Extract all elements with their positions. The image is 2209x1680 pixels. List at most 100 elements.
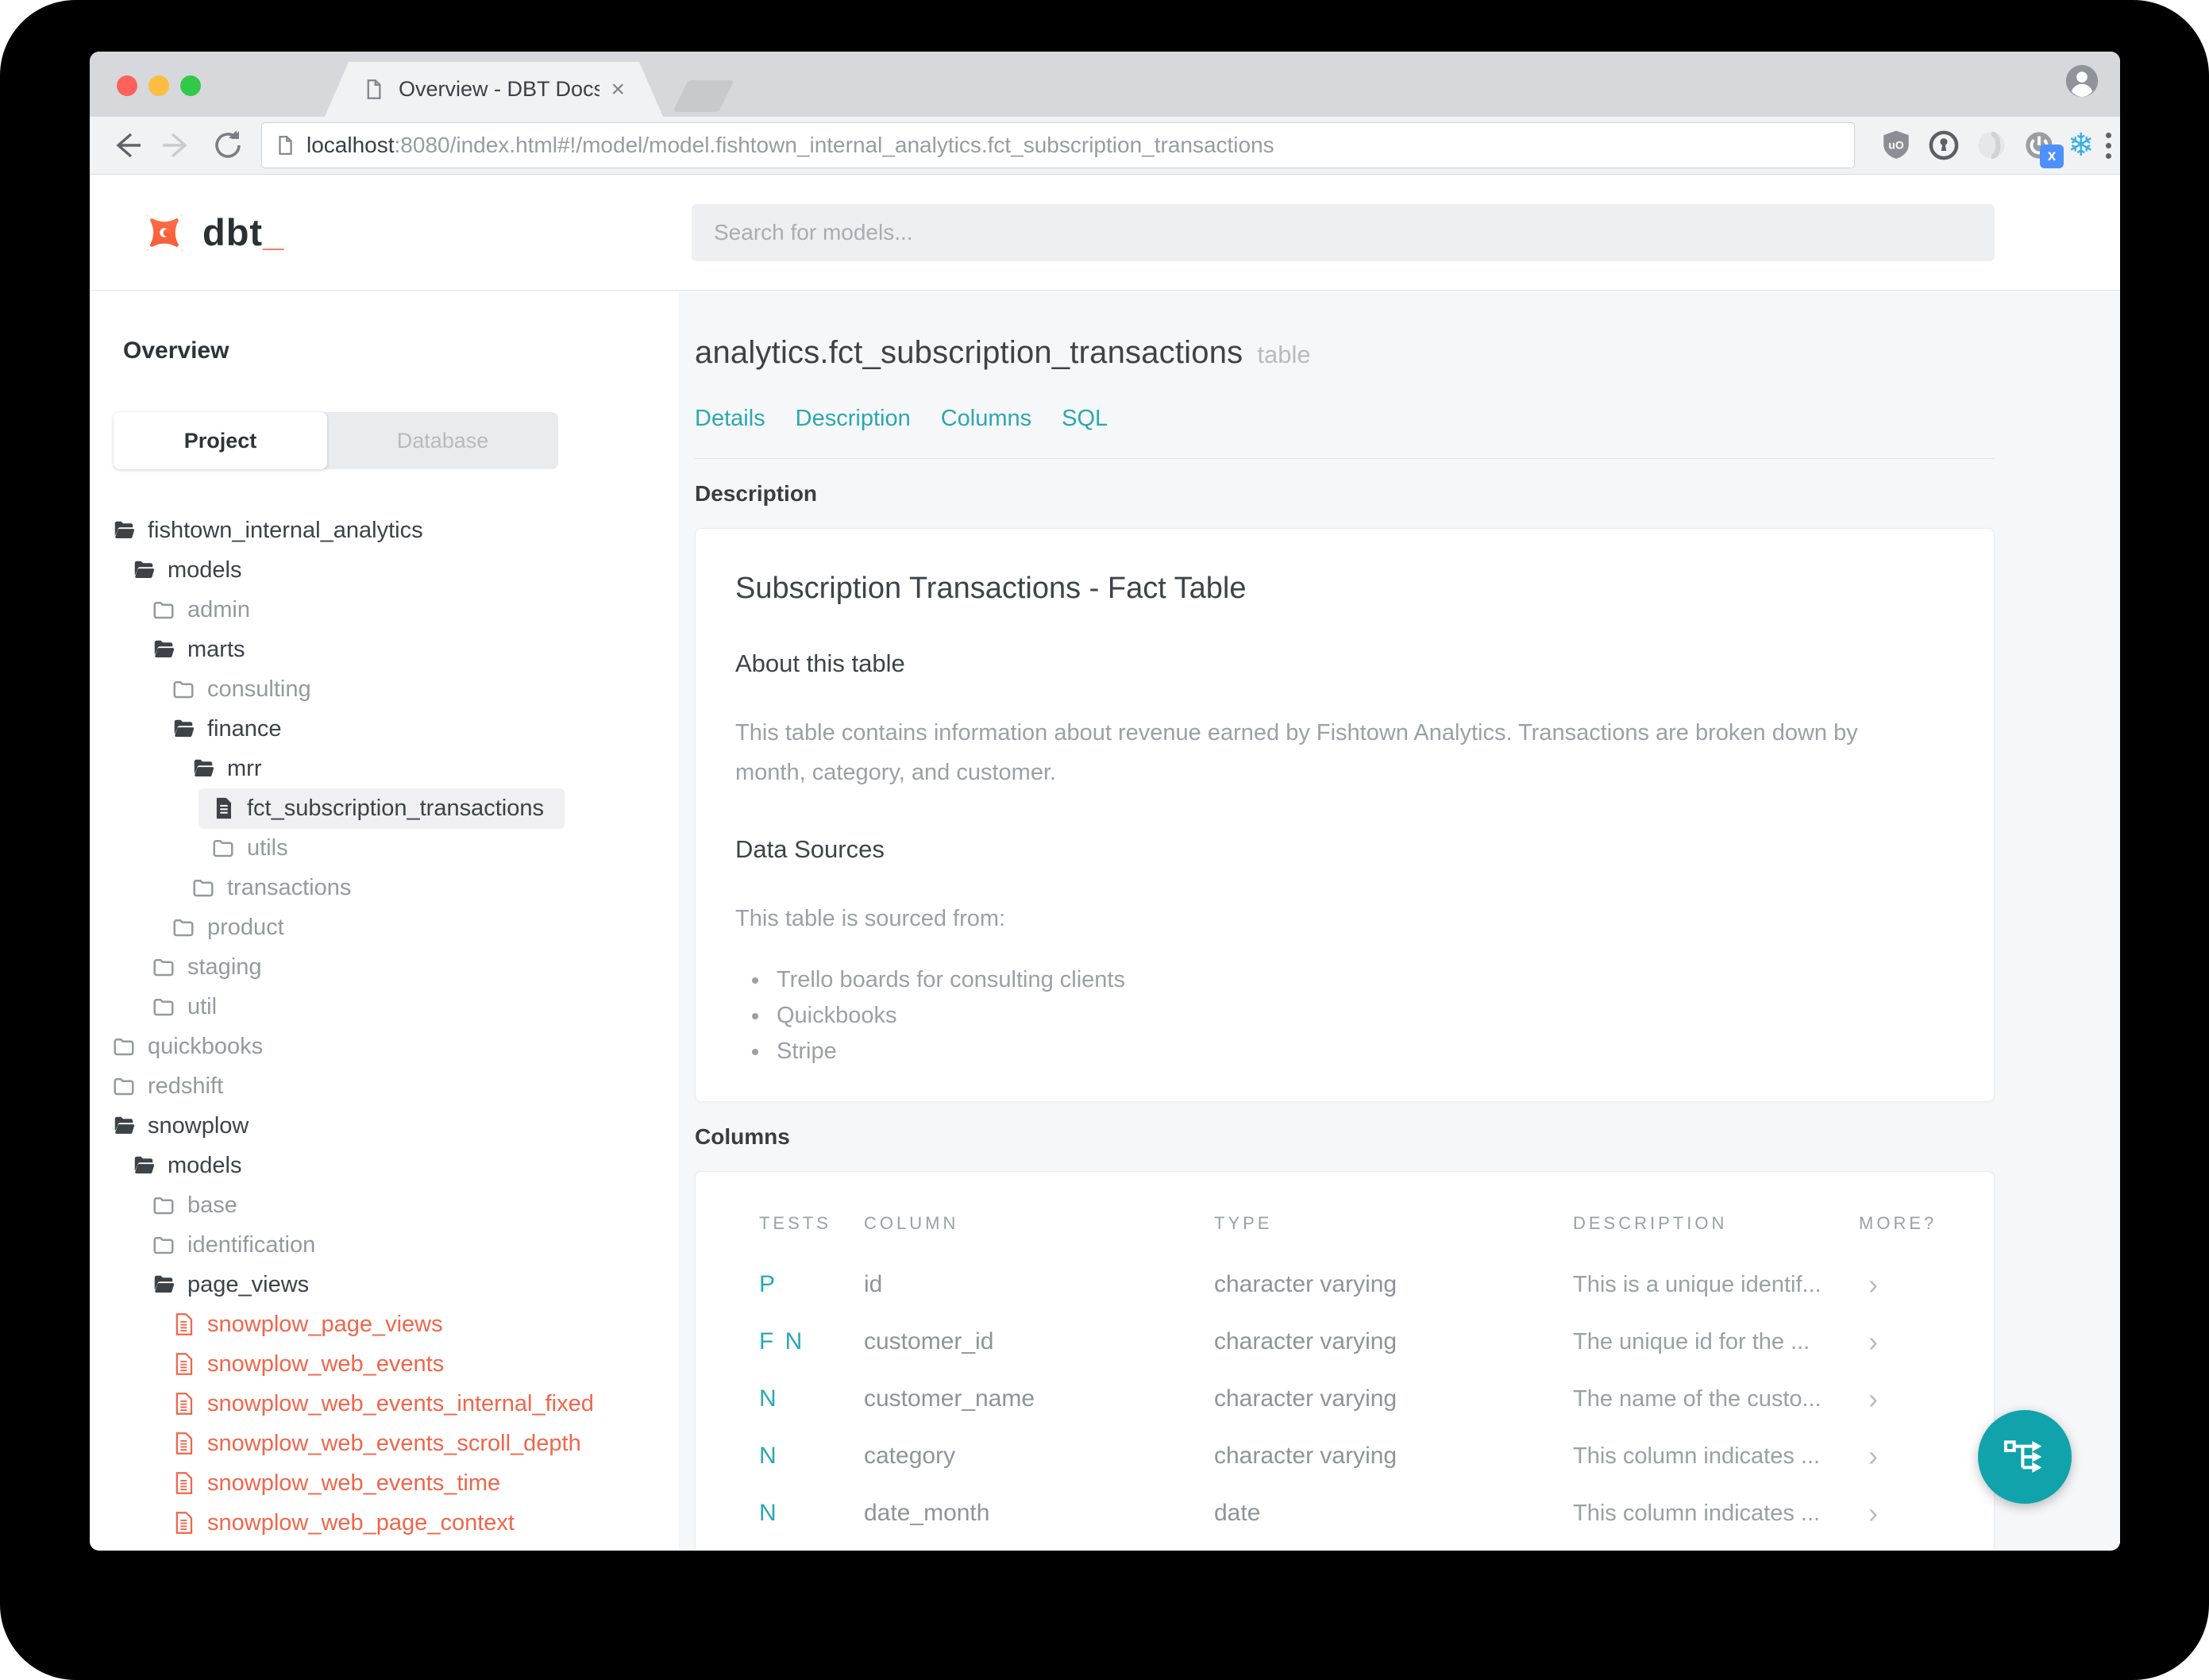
sidebar-title[interactable]: Overview [123,335,679,367]
app-header: dbt _ [90,175,2120,291]
tree-item-label: staging [187,954,262,980]
url-text: localhost:8080/index.html#!/model/model.… [306,133,1274,158]
file-red-icon [172,1511,195,1535]
tree-item-product[interactable]: product [90,907,679,947]
tree-item-snowplow_web_events_internal_fixed[interactable]: snowplow_web_events_internal_fixed [90,1384,679,1424]
expand-chevron-icon[interactable]: › [1859,1325,1958,1358]
expand-chevron-icon[interactable]: › [1859,1439,1958,1473]
tree-item-fct_subscription_transactions[interactable]: fct_subscription_transactions [90,788,679,829]
tree-item-redshift[interactable]: redshift [90,1066,679,1106]
column-row-date_month[interactable]: Ndate_month date This column indicates ...… [759,1485,1958,1542]
tree-item-label: snowplow_web_events [207,1351,445,1377]
column-description: This is a unique identif... [1573,1271,1822,1297]
column-row-customer_id[interactable]: F N customer_id character varying The uniqu… [759,1313,1958,1370]
tree-item-base[interactable]: base [90,1185,679,1225]
minimize-window-button[interactable] [148,75,169,96]
extension-badge: x [2040,144,2064,168]
search-input[interactable] [692,204,1995,261]
tree-item-marts[interactable]: marts [90,630,679,669]
tree-item-snowplow_web_events[interactable]: snowplow_web_events [90,1344,679,1384]
back-button[interactable] [109,128,144,163]
column-row-id[interactable]: Pid character varying This is a unique ide… [759,1256,1958,1313]
column-name: customer_name [864,1385,1035,1412]
sidebar: Overview Project Database fishtown_inter… [90,291,679,1549]
column-tests: N [759,1385,779,1412]
tab-close-icon[interactable]: × [611,78,625,102]
nav-link-description[interactable]: Description [796,406,911,432]
lineage-graph-button[interactable] [1978,1410,2072,1504]
folder-open-icon [132,558,156,582]
forward-button[interactable] [160,128,195,163]
browser-tab[interactable]: Overview - DBT Docs × [325,62,663,117]
onetab-extension-icon[interactable]: x [2022,129,2064,168]
column-name: date_month [864,1500,990,1526]
nav-link-columns[interactable]: Columns [941,406,1031,432]
nav-link-sql[interactable]: SQL [1062,406,1108,432]
tree-item-snowplow_web_events_scroll_depth[interactable]: snowplow_web_events_scroll_depth [90,1424,679,1463]
profile-avatar-icon[interactable] [2064,64,2099,98]
ublock-extension-icon[interactable]: uO [1879,129,1913,162]
column-description: This column indicates ... [1573,1443,1821,1469]
tree-item-snowplow_page_views[interactable]: snowplow_page_views [90,1304,679,1344]
tree-item-snowplow_web_events_time[interactable]: snowplow_web_events_time [90,1463,679,1503]
tab-title: Overview - DBT Docs [399,77,600,101]
reload-button[interactable] [210,128,245,163]
tree-item-page_views[interactable]: page_views [90,1265,679,1304]
tree-item-models[interactable]: models [90,550,679,590]
tree-item-label: snowplow_web_events_time [207,1470,501,1496]
column-row-category[interactable]: Ncategory character varying This column in… [759,1428,1958,1485]
tree-item-util[interactable]: util [90,987,679,1027]
dbt-logo[interactable]: dbt _ [139,207,283,258]
opera-extension-icon[interactable] [1975,129,2008,162]
expand-chevron-icon[interactable]: › [1859,1268,1958,1301]
tree-item-label: snowplow [148,1112,249,1139]
tree-item-quickbooks[interactable]: quickbooks [90,1027,679,1066]
new-tab-button[interactable] [673,80,734,112]
folder-closed-icon [172,677,195,701]
expand-chevron-icon[interactable]: › [1859,1382,1958,1416]
column-type: character varying [1214,1385,1397,1412]
url-host: localhost [306,133,395,157]
tree-item-transactions[interactable]: transactions [90,868,679,907]
sidebar-tab-switcher: Project Database [114,412,558,469]
tree-item-identification[interactable]: identification [90,1225,679,1265]
nav-link-details[interactable]: Details [695,406,765,432]
tab-project[interactable]: Project [114,412,327,469]
data-source-item: Trello boards for consulting clients [770,962,1954,998]
url-bar[interactable]: localhost:8080/index.html#!/model/model.… [261,122,1855,168]
browser-menu-icon[interactable] [2105,132,2111,159]
lineage-graph-icon [2004,1440,2042,1473]
divider [695,458,1995,459]
header-description: DESCRIPTION [1573,1213,1728,1233]
tree-item-models[interactable]: models [90,1146,679,1185]
tree-item-label: marts [187,636,245,662]
file-red-icon [172,1471,195,1495]
tree-item-snowplow[interactable]: snowplow [90,1106,679,1146]
tree-item-label: base [187,1192,237,1218]
maximize-window-button[interactable] [180,75,201,96]
tree-item-finance[interactable]: finance [90,709,679,749]
tree-item-consulting[interactable]: consulting [90,669,679,709]
onepassword-extension-icon[interactable] [1927,129,1960,162]
folder-open-icon [132,1154,156,1177]
column-row-customer_name[interactable]: Ncustomer_name character varying The name … [759,1370,1958,1428]
expand-chevron-icon[interactable]: › [1859,1497,1958,1530]
tab-database[interactable]: Database [327,412,558,469]
tree-item-snowplow_web_page_context[interactable]: snowplow_web_page_context [90,1503,679,1543]
svg-text:uO: uO [1888,138,1904,151]
column-type: character varying [1214,1328,1397,1354]
browser-window: Overview - DBT Docs × localhost:8080/ind… [90,52,2120,1551]
tree-item-utils[interactable]: utils [90,828,679,868]
tree-item-mrr[interactable]: mrr [90,749,679,788]
tree-item-staging[interactable]: staging [90,947,679,987]
page-head: analytics.fct_subscription_transactions … [695,335,1995,371]
tree-item-admin[interactable]: admin [90,590,679,630]
description-card: Subscription Transactions - Fact Table A… [695,528,1995,1102]
snowflake-extension-icon[interactable]: ❄ [2068,129,2095,162]
folder-closed-icon [112,1074,136,1098]
close-window-button[interactable] [117,75,137,96]
tree-item-label: transactions [227,874,352,900]
folder-open-icon [112,518,136,542]
tree-item-fishtown_internal_analytics[interactable]: fishtown_internal_analytics [90,511,679,550]
page-title: analytics.fct_subscription_transactions [695,335,1243,370]
